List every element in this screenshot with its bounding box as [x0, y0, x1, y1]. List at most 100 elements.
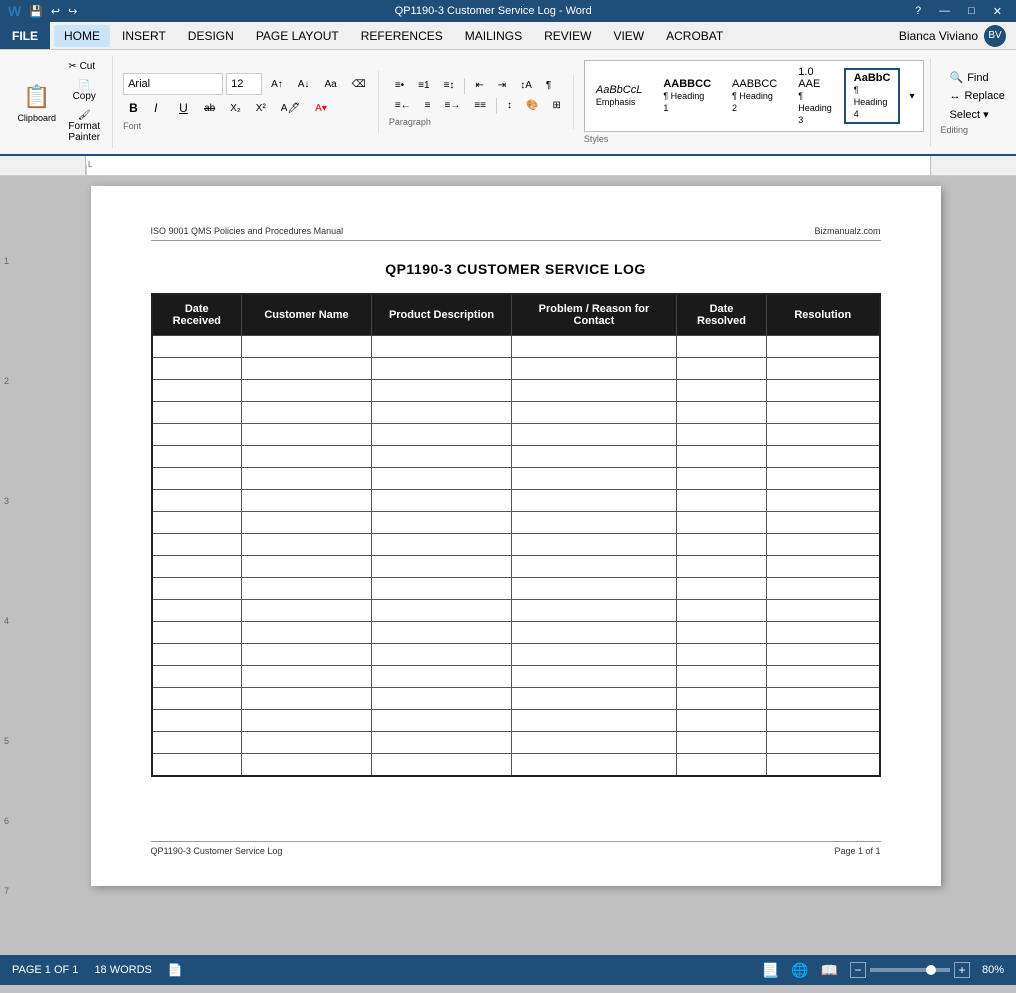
- table-cell[interactable]: [767, 754, 880, 776]
- table-cell[interactable]: [677, 468, 767, 490]
- table-cell[interactable]: [372, 534, 512, 556]
- table-cell[interactable]: [372, 754, 512, 776]
- sort-button[interactable]: ↕A: [514, 77, 538, 94]
- table-cell[interactable]: [677, 600, 767, 622]
- menu-design[interactable]: DESIGN: [178, 25, 244, 47]
- style-heading2[interactable]: AABBCC¶ Heading 2: [723, 75, 786, 117]
- table-cell[interactable]: [512, 424, 677, 446]
- table-cell[interactable]: [767, 424, 880, 446]
- table-cell[interactable]: [372, 644, 512, 666]
- layout-icon[interactable]: 📄: [168, 963, 183, 977]
- menu-home[interactable]: HOME: [54, 25, 110, 47]
- strikethrough-button[interactable]: ab: [198, 100, 221, 117]
- style-heading3[interactable]: 1.0 AAE¶ Heading 3: [789, 63, 841, 129]
- table-cell[interactable]: [512, 380, 677, 402]
- shading-button[interactable]: 🎨: [520, 97, 544, 114]
- table-cell[interactable]: [767, 688, 880, 710]
- table-cell[interactable]: [677, 512, 767, 534]
- menu-acrobat[interactable]: ACROBAT: [656, 25, 733, 47]
- table-cell[interactable]: [677, 622, 767, 644]
- table-cell[interactable]: [152, 754, 242, 776]
- zoom-in-button[interactable]: +: [954, 962, 970, 978]
- font-color-button[interactable]: A▾: [309, 100, 333, 117]
- table-cell[interactable]: [512, 490, 677, 512]
- table-cell[interactable]: [152, 512, 242, 534]
- table-cell[interactable]: [242, 666, 372, 688]
- table-cell[interactable]: [242, 468, 372, 490]
- table-cell[interactable]: [372, 688, 512, 710]
- table-cell[interactable]: [767, 380, 880, 402]
- help-button[interactable]: ?: [909, 5, 927, 18]
- quick-access-redo[interactable]: ↪: [68, 5, 77, 18]
- view-read-mode[interactable]: 📖: [821, 962, 838, 979]
- table-cell[interactable]: [677, 380, 767, 402]
- table-cell[interactable]: [677, 688, 767, 710]
- menu-page-layout[interactable]: PAGE LAYOUT: [246, 25, 349, 47]
- zoom-out-button[interactable]: −: [850, 962, 866, 978]
- table-cell[interactable]: [242, 578, 372, 600]
- table-cell[interactable]: [152, 732, 242, 754]
- close-button[interactable]: ✕: [987, 5, 1008, 18]
- table-cell[interactable]: [767, 600, 880, 622]
- format-painter-button[interactable]: 🖌 Format Painter: [62, 107, 106, 146]
- table-cell[interactable]: [152, 380, 242, 402]
- table-cell[interactable]: [677, 424, 767, 446]
- table-cell[interactable]: [677, 732, 767, 754]
- table-cell[interactable]: [372, 600, 512, 622]
- minimize-button[interactable]: —: [933, 5, 956, 18]
- table-cell[interactable]: [242, 688, 372, 710]
- table-cell[interactable]: [152, 666, 242, 688]
- table-cell[interactable]: [677, 666, 767, 688]
- table-cell[interactable]: [767, 666, 880, 688]
- file-menu[interactable]: FILE: [0, 22, 50, 49]
- table-cell[interactable]: [372, 380, 512, 402]
- table-cell[interactable]: [242, 358, 372, 380]
- select-button[interactable]: Select ▾: [941, 106, 1014, 123]
- table-cell[interactable]: [372, 336, 512, 358]
- table-cell[interactable]: [677, 446, 767, 468]
- table-cell[interactable]: [152, 358, 242, 380]
- table-cell[interactable]: [512, 710, 677, 732]
- table-cell[interactable]: [512, 732, 677, 754]
- table-cell[interactable]: [512, 336, 677, 358]
- justify-button[interactable]: ≡≡: [468, 97, 492, 114]
- table-cell[interactable]: [767, 534, 880, 556]
- table-cell[interactable]: [512, 666, 677, 688]
- table-cell[interactable]: [767, 490, 880, 512]
- table-cell[interactable]: [677, 644, 767, 666]
- table-cell[interactable]: [767, 402, 880, 424]
- bullets-button[interactable]: ≡•: [389, 77, 410, 94]
- table-cell[interactable]: [677, 556, 767, 578]
- table-cell[interactable]: [242, 534, 372, 556]
- table-cell[interactable]: [242, 710, 372, 732]
- text-highlight-button[interactable]: A🖊: [275, 100, 306, 117]
- table-cell[interactable]: [372, 358, 512, 380]
- table-cell[interactable]: [767, 732, 880, 754]
- table-cell[interactable]: [372, 710, 512, 732]
- table-cell[interactable]: [152, 644, 242, 666]
- table-cell[interactable]: [242, 644, 372, 666]
- table-cell[interactable]: [152, 446, 242, 468]
- table-cell[interactable]: [242, 380, 372, 402]
- maximize-button[interactable]: □: [962, 5, 981, 18]
- table-cell[interactable]: [767, 644, 880, 666]
- replace-button[interactable]: ↔ Replace: [941, 88, 1014, 104]
- document-container[interactable]: ISO 9001 QMS Policies and Procedures Man…: [15, 176, 1016, 993]
- table-cell[interactable]: [152, 402, 242, 424]
- table-cell[interactable]: [242, 490, 372, 512]
- align-left-button[interactable]: ≡←: [389, 97, 417, 114]
- table-cell[interactable]: [512, 402, 677, 424]
- table-cell[interactable]: [677, 578, 767, 600]
- table-cell[interactable]: [372, 556, 512, 578]
- table-cell[interactable]: [677, 534, 767, 556]
- view-print-layout[interactable]: 📃: [762, 962, 779, 979]
- table-cell[interactable]: [767, 358, 880, 380]
- view-web-layout[interactable]: 🌐: [791, 962, 808, 979]
- table-cell[interactable]: [767, 556, 880, 578]
- table-cell[interactable]: [242, 556, 372, 578]
- table-cell[interactable]: [512, 468, 677, 490]
- table-cell[interactable]: [152, 710, 242, 732]
- font-size-input[interactable]: [226, 73, 262, 95]
- style-heading4[interactable]: AaBbC¶ Heading 4: [844, 68, 901, 124]
- table-cell[interactable]: [242, 600, 372, 622]
